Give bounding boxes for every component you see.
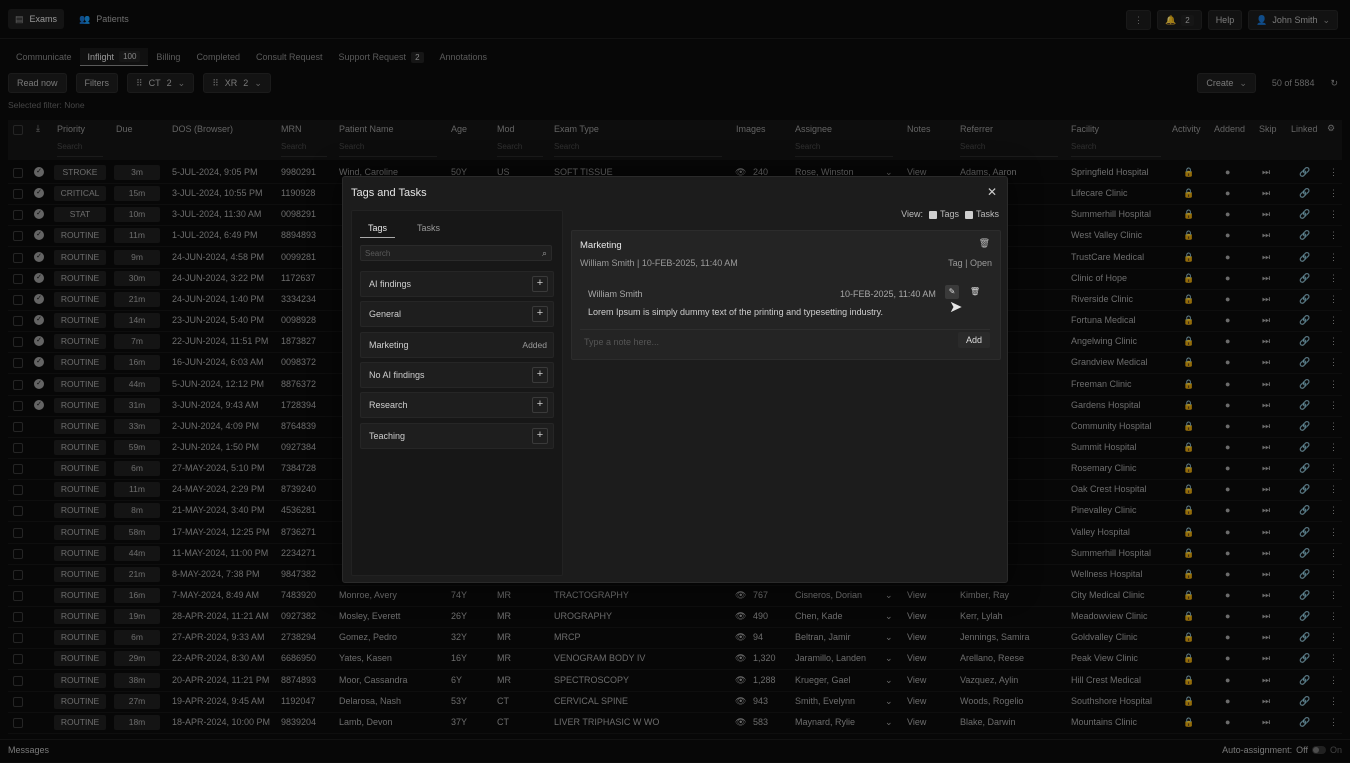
note-input[interactable]: Type a note here... <box>584 337 659 347</box>
note-text: Lorem Ipsum is simply dummy text of the … <box>588 307 883 317</box>
tags-tasks-modal: Tags and Tasks ✕ Tags Tasks Search ⌕ AI … <box>342 176 1008 583</box>
tag-name: General <box>369 309 402 320</box>
trash-icon[interactable]: 🗑 <box>968 285 982 299</box>
view-tags-label: Tags <box>939 209 959 219</box>
tag-card: Marketing 🗑 William Smith | 10-FEB-2025,… <box>571 230 1001 360</box>
add-note-button[interactable]: Add <box>957 332 990 348</box>
tag-row[interactable]: Research + <box>360 392 554 419</box>
view-label: View: <box>901 209 923 219</box>
view-tasks-checkbox[interactable]: Tasks <box>964 209 999 219</box>
card-status: Tag | Open <box>948 258 992 268</box>
modal-tabs: Tags Tasks <box>360 221 448 238</box>
view-options: View: Tags Tasks <box>901 209 999 219</box>
tag-name: Teaching <box>369 430 406 441</box>
card-title: Marketing <box>580 240 622 251</box>
view-tags-checkbox[interactable]: Tags <box>928 209 959 219</box>
mouse-cursor-icon: ➤ <box>949 299 963 316</box>
tab-tasks[interactable]: Tasks <box>409 221 448 238</box>
plus-icon[interactable]: + <box>532 306 548 323</box>
note-composer: Type a note here... Add <box>580 329 990 352</box>
tag-name: Marketing <box>369 339 409 350</box>
tags-pane: Tags Tasks Search ⌕ AI findings + General +… <box>351 210 563 576</box>
tab-tags[interactable]: Tags <box>360 221 396 238</box>
view-tasks-label: Tasks <box>975 209 999 219</box>
plus-icon[interactable]: + <box>532 427 548 444</box>
trash-icon[interactable]: 🗑 <box>979 238 990 249</box>
tag-added-label: Added <box>522 339 547 350</box>
checkbox-checked-icon <box>964 210 973 219</box>
checkbox-checked-icon <box>928 210 937 219</box>
search-icon: ⌕ <box>541 248 547 258</box>
tag-row[interactable]: Teaching + <box>360 422 554 449</box>
tag-search-input[interactable]: Search ⌕ <box>360 245 552 261</box>
note-author: William Smith <box>588 289 643 299</box>
tag-row[interactable]: Marketing Added <box>360 331 554 358</box>
note-time: 10-FEB-2025, 11:40 AM <box>840 289 936 299</box>
tag-search-placeholder: Search <box>365 249 391 258</box>
note-item: William Smith 10-FEB-2025, 11:40 AM ✎ 🗑 … <box>580 279 992 319</box>
tag-name: Research <box>369 400 408 411</box>
close-icon[interactable]: ✕ <box>987 185 997 199</box>
modal-title: Tags and Tasks <box>351 187 427 199</box>
tag-name: AI findings <box>369 279 412 289</box>
tag-name: No AI findings <box>369 369 425 380</box>
plus-icon[interactable]: + <box>532 397 548 414</box>
card-meta: William Smith | 10-FEB-2025, 11:40 AM <box>580 258 738 268</box>
tag-row[interactable]: No AI findings + <box>360 361 554 388</box>
plus-icon[interactable]: + <box>532 366 548 383</box>
tag-row[interactable]: AI findings + <box>360 271 554 297</box>
tag-row[interactable]: General + <box>360 301 554 328</box>
plus-icon[interactable]: + <box>532 276 548 292</box>
